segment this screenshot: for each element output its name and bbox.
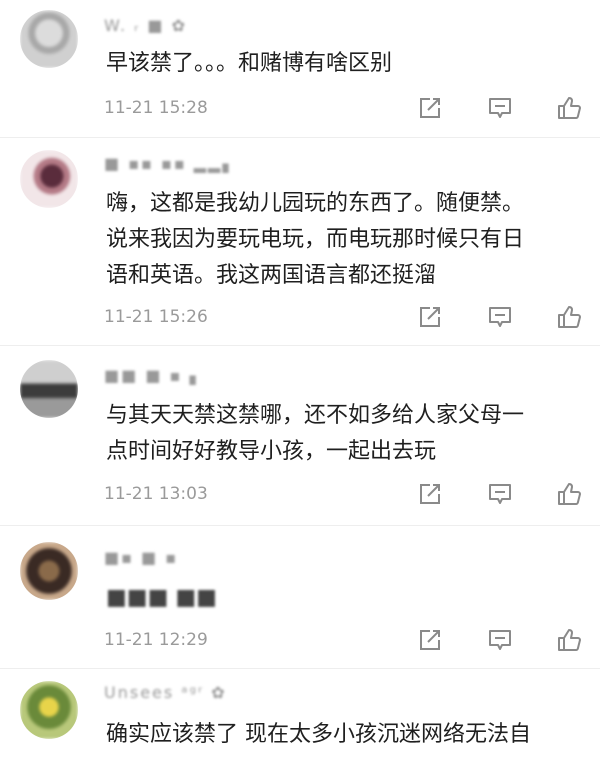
comment-text: 确实应该禁了 现在太多小孩沉迷网络无法自 bbox=[106, 722, 531, 747]
avatar[interactable] bbox=[20, 542, 78, 600]
comment-icon[interactable] bbox=[487, 95, 513, 121]
comment-text: 早该禁了。。。和赌博有啥区别 bbox=[106, 51, 393, 76]
comment-item: ■▪ ■ ▪ ■■■ ■■ 11-21 12:29 bbox=[0, 526, 600, 669]
avatar[interactable] bbox=[20, 150, 78, 208]
comment-icon[interactable] bbox=[487, 304, 513, 330]
comment-actions bbox=[417, 481, 582, 507]
like-icon[interactable] bbox=[556, 95, 582, 121]
comment-list: W. ᵣ ■ ✿ 早该禁了。。。和赌博有啥区别 11-21 15:28 ■ ▪▪… bbox=[0, 0, 600, 757]
avatar[interactable] bbox=[20, 681, 78, 739]
comment-text: 与其天天禁这禁哪，还不如多给人家父母一 点时间好好教导小孩，一起出去玩 bbox=[106, 403, 525, 464]
comment-text: ■■■ ■■ bbox=[106, 585, 217, 610]
comment-timestamp: 11-21 15:28 bbox=[104, 98, 208, 118]
like-icon[interactable] bbox=[556, 481, 582, 507]
avatar[interactable] bbox=[20, 10, 78, 68]
commenter-name[interactable]: Unsees ᵃᵍʳ ✿ bbox=[104, 683, 227, 702]
avatar[interactable] bbox=[20, 360, 78, 418]
share-icon[interactable] bbox=[417, 481, 443, 507]
share-icon[interactable] bbox=[417, 627, 443, 653]
comment-text: 嗨，这都是我幼儿园玩的东西了。随便禁。 说来我因为要玩电玩，而电玩那时候只有日 … bbox=[106, 191, 525, 288]
commenter-name[interactable]: ■ ▪▪ ▪▪ ▂▂▖ bbox=[104, 154, 237, 173]
comment-actions bbox=[417, 304, 582, 330]
comment-timestamp: 11-21 15:26 bbox=[104, 307, 208, 327]
share-icon[interactable] bbox=[417, 95, 443, 121]
share-icon[interactable] bbox=[417, 304, 443, 330]
comment-item: W. ᵣ ■ ✿ 早该禁了。。。和赌博有啥区别 11-21 15:28 bbox=[0, 0, 600, 138]
like-icon[interactable] bbox=[556, 627, 582, 653]
comment-timestamp: 11-21 12:29 bbox=[104, 630, 208, 650]
comment-timestamp: 11-21 13:03 bbox=[104, 484, 208, 504]
comment-item: ■■ ■ ▪ ▖ 与其天天禁这禁哪，还不如多给人家父母一 点时间好好教导小孩，一… bbox=[0, 346, 600, 526]
commenter-name[interactable]: W. ᵣ ■ ✿ bbox=[104, 16, 187, 35]
commenter-name[interactable]: ■▪ ■ ▪ bbox=[104, 548, 178, 567]
comment-actions bbox=[417, 627, 582, 653]
comment-actions bbox=[417, 95, 582, 121]
comment-icon[interactable] bbox=[487, 481, 513, 507]
like-icon[interactable] bbox=[556, 304, 582, 330]
commenter-name[interactable]: ■■ ■ ▪ ▖ bbox=[104, 366, 204, 385]
comment-icon[interactable] bbox=[487, 627, 513, 653]
comment-item: ■ ▪▪ ▪▪ ▂▂▖ 嗨，这都是我幼儿园玩的东西了。随便禁。 说来我因为要玩电… bbox=[0, 138, 600, 346]
comment-item: Unsees ᵃᵍʳ ✿ 确实应该禁了 现在太多小孩沉迷网络无法自 bbox=[0, 669, 600, 757]
